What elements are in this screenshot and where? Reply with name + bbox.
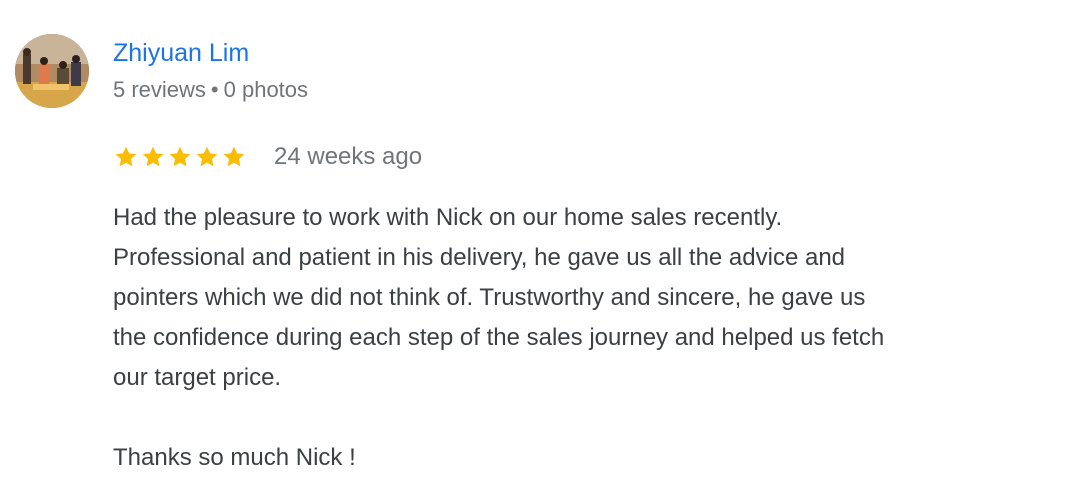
star-icon <box>169 146 191 167</box>
review-text: Had the pleasure to work with Nick on ou… <box>113 198 1058 478</box>
user-photo-avatar-icon <box>15 34 89 108</box>
review-closing-line: Thanks so much Nick ! <box>113 444 356 471</box>
star-icon <box>223 146 245 167</box>
author-name-link[interactable]: Zhiyuan Lim <box>113 37 249 69</box>
review-time: 24 weeks ago <box>274 143 423 170</box>
review-text-line: our target price. <box>113 364 282 391</box>
review-text-line: Had the pleasure to work with Nick on ou… <box>113 204 783 231</box>
rating-row: 24 weeks ago <box>113 141 422 173</box>
review-text-line: Professional and patient in his delivery… <box>113 244 846 271</box>
star-icon <box>142 146 164 167</box>
author-meta: 5 reviews • 0 photos <box>113 75 308 105</box>
photos-count: 0 photos <box>223 77 309 102</box>
star-icon <box>115 146 137 167</box>
reviews-count: 5 reviews <box>113 77 206 102</box>
author-avatar[interactable] <box>15 34 89 108</box>
review-text-line: pointers which we did not think of. Trus… <box>113 284 866 311</box>
review-text-line: the confidence during each step of the s… <box>113 324 885 351</box>
review-card: Zhiyuan Lim 5 reviews • 0 photos 24 weeks … <box>0 0 1066 492</box>
star-rating <box>113 144 248 170</box>
star-icon <box>196 146 218 167</box>
meta-separator: • <box>210 77 219 102</box>
